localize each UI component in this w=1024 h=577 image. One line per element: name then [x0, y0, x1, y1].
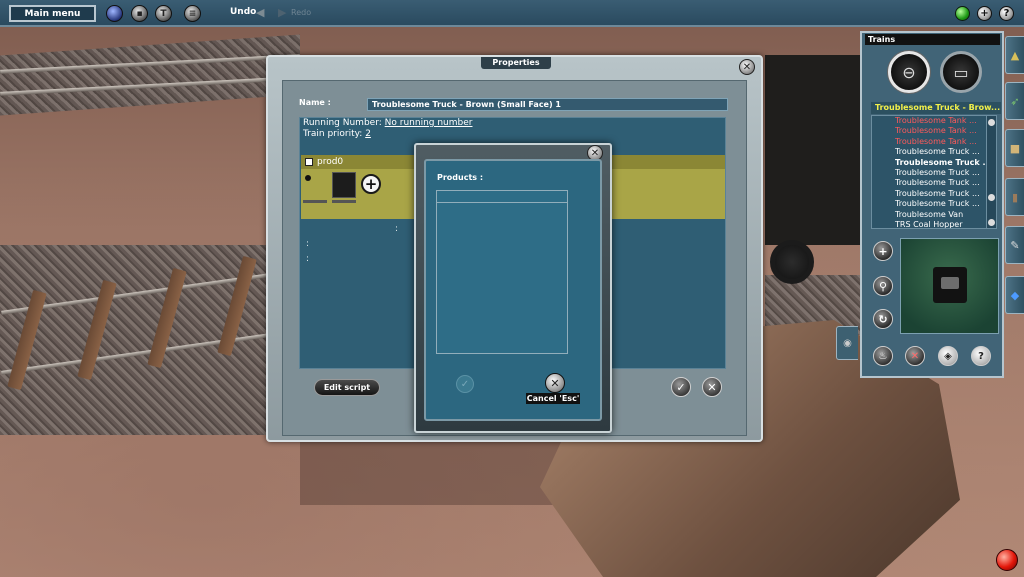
record-icon[interactable] [996, 549, 1018, 571]
product-group-label: prod0 [317, 157, 344, 167]
status-green-icon[interactable] [955, 6, 970, 21]
add-product-button[interactable]: + [361, 174, 381, 194]
add-button[interactable]: + [977, 6, 992, 21]
train-list-item[interactable]: Troublesome Truck ... [872, 178, 996, 188]
tab-trains[interactable]: ▮ [1005, 178, 1024, 216]
panel-collapse-tab[interactable]: ◉ [836, 326, 858, 360]
track-ballast-front [0, 245, 300, 435]
expand-icon[interactable] [305, 158, 313, 166]
redo-button[interactable]: Redo [291, 8, 311, 17]
redo-arrow-icon[interactable]: ▶ [278, 6, 286, 19]
close-properties-button[interactable]: ✕ [739, 59, 755, 75]
rolling-stock-filter-button[interactable]: ▭ [940, 51, 982, 93]
train-list-item[interactable]: Troublesome Truck ... [872, 168, 996, 178]
cancel-tooltip: Cancel 'Esc' [526, 393, 580, 404]
slot-bar [303, 200, 327, 203]
train-list-item[interactable]: Troublesome Van [872, 210, 996, 220]
train-list-item[interactable]: Troublesome Tank ... [872, 116, 996, 126]
train-priority-line: Train priority: 2 [303, 129, 371, 139]
colon-text: : [395, 224, 399, 234]
wrench-button[interactable]: ⚲ [873, 276, 893, 296]
main-menu-button[interactable]: Main menu [9, 5, 96, 22]
add-train-button[interactable]: + [873, 241, 893, 261]
wagon-body [765, 55, 860, 245]
undo-arrow-icon[interactable]: ◀ [256, 6, 264, 19]
undo-button[interactable]: Undo [230, 7, 256, 17]
tab-tools[interactable]: ✎ [1005, 226, 1024, 264]
fire-button[interactable]: ♨ [873, 346, 893, 366]
train-list-item[interactable]: TRS Coal Hopper [872, 220, 996, 228]
train-list-item[interactable]: Troublesome Tank ... [872, 126, 996, 136]
tab-world[interactable]: ◆ [1005, 276, 1024, 314]
colon-text: : [306, 254, 310, 264]
train-priority-label: Train priority: [303, 129, 363, 139]
running-number-line: Running Number: No running number [303, 118, 472, 128]
scroll-thumb[interactable] [988, 194, 995, 201]
list-tool-icon[interactable]: ≡ [184, 5, 201, 22]
truck-preview-icon [933, 267, 967, 303]
tab-track[interactable]: ➶ [1005, 82, 1024, 120]
eraser-button[interactable]: ◈ [938, 346, 958, 366]
products-list-header [437, 191, 567, 203]
text-tool-icon[interactable]: T [155, 5, 172, 22]
cancel-button[interactable]: ✕ [702, 377, 722, 397]
tab-objects[interactable]: ■ [1005, 129, 1024, 167]
train-list-item[interactable]: Troublesome Truck ... [872, 189, 996, 199]
wagon-wheel [770, 240, 814, 284]
truck-face-icon [941, 277, 959, 289]
locomotive-filter-button[interactable]: ⊖ [888, 51, 930, 93]
product-small-icon [305, 175, 311, 181]
train-list-item[interactable]: Troublesome Tank ... [872, 137, 996, 147]
products-list[interactable] [436, 190, 568, 354]
top-toolbar: Main menu ▪ T ≡ Undo ◀ ▶ Redo + ? [0, 0, 1024, 27]
info-help-button[interactable]: ? [971, 346, 991, 366]
layers-icon[interactable]: ▪ [131, 5, 148, 22]
ok-button[interactable]: ✓ [671, 377, 691, 397]
edit-script-button[interactable]: Edit script [314, 379, 380, 396]
train-priority-link[interactable]: 2 [365, 129, 371, 139]
cancel-products-button[interactable]: ✕ [545, 373, 565, 393]
train-preview[interactable] [900, 238, 999, 334]
trains-scrollbar[interactable] [986, 116, 996, 228]
selected-train-name: Troublesome Truck - Brow... [871, 102, 1001, 114]
rotate-button[interactable]: ↻ [873, 309, 893, 329]
confirm-button[interactable]: ✓ [456, 375, 474, 393]
products-dialog: ✕ Products : ✓ ✕ Cancel 'Esc' [414, 143, 612, 433]
delete-button[interactable]: ✕ [905, 346, 925, 366]
trains-panel: Trains ⊖ ▭ Troublesome Truck - Brow... T… [860, 31, 1004, 378]
globe-icon[interactable] [106, 5, 123, 22]
slot-bar [332, 200, 356, 203]
train-list-item[interactable]: Troublesome Truck ... [872, 147, 996, 157]
name-label: Name : [299, 98, 331, 107]
name-field[interactable]: Troublesome Truck - Brown (Small Face) 1 [367, 98, 728, 111]
help-button[interactable]: ? [999, 6, 1014, 21]
products-label: Products : [437, 173, 484, 182]
trains-list[interactable]: Troublesome Tank ... Troublesome Tank ...… [871, 115, 997, 229]
product-slot[interactable] [332, 172, 356, 198]
properties-title: Properties [481, 57, 551, 69]
trains-title: Trains [865, 34, 1000, 45]
running-number-link[interactable]: No running number [385, 118, 473, 128]
running-number-label: Running Number: [303, 118, 382, 128]
tab-terrain[interactable]: ▲ [1005, 36, 1024, 74]
train-list-item[interactable]: Troublesome Truck ... [872, 158, 996, 168]
train-list-item[interactable]: Troublesome Truck ... [872, 199, 996, 209]
scroll-up-icon[interactable] [988, 119, 995, 126]
colon-text: : [306, 239, 310, 249]
scroll-down-icon[interactable] [988, 219, 995, 226]
